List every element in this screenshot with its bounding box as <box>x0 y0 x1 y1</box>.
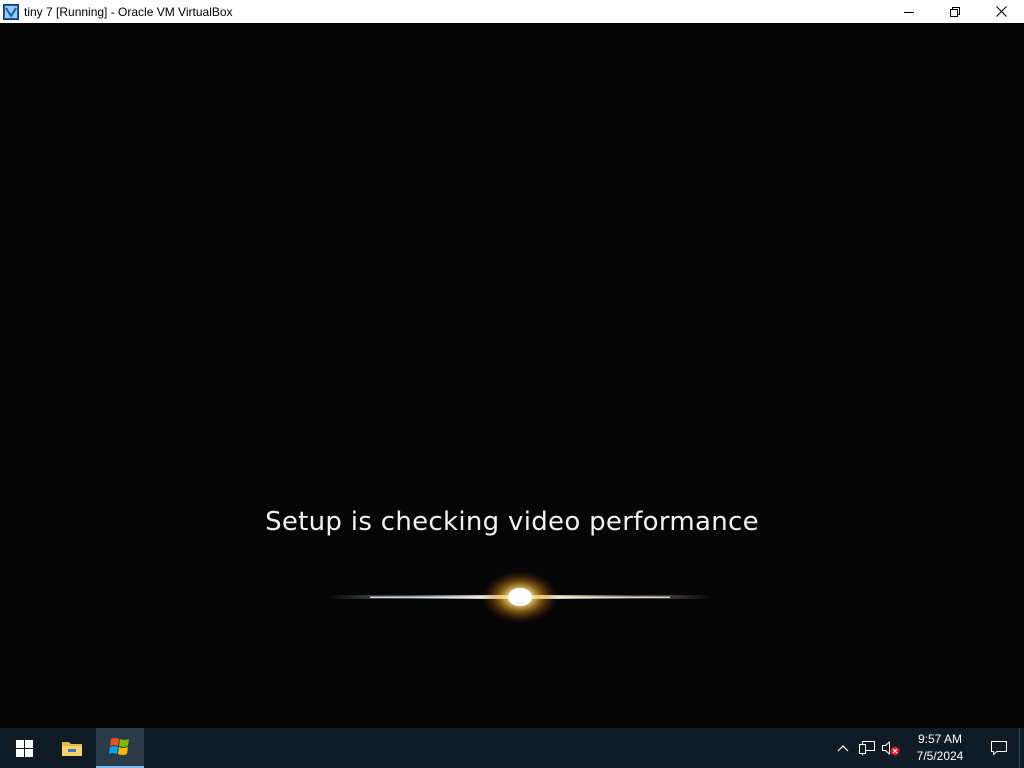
folder-icon <box>62 742 82 756</box>
action-center-button[interactable] <box>979 728 1019 768</box>
taskbar-file-explorer[interactable] <box>48 728 96 768</box>
window-title: tiny 7 [Running] - Oracle VM VirtualBox <box>24 4 233 19</box>
show-desktop-button[interactable] <box>1019 728 1024 768</box>
taskbar-clock[interactable]: 9:57 AM 7/5/2024 <box>907 728 973 768</box>
volume-muted-icon <box>882 740 900 756</box>
network-tray-button[interactable] <box>855 728 879 768</box>
restore-button[interactable] <box>932 0 978 23</box>
system-tray: 9:57 AM 7/5/2024 <box>831 728 1024 768</box>
minimize-button[interactable] <box>886 0 932 23</box>
window-controls <box>886 0 1024 23</box>
clock-time: 9:57 AM <box>917 732 963 746</box>
start-button[interactable] <box>0 728 48 768</box>
show-hidden-icons-button[interactable] <box>831 728 855 768</box>
vm-display[interactable]: Setup is checking video performance <box>0 23 1024 728</box>
taskbar: 9:57 AM 7/5/2024 <box>0 728 1024 768</box>
restore-icon <box>950 6 960 17</box>
network-icon <box>859 741 875 756</box>
light-flare-animation <box>330 571 710 623</box>
notification-icon <box>991 741 1007 756</box>
close-button[interactable] <box>978 0 1024 23</box>
windows-flag-icon <box>109 738 129 755</box>
close-icon <box>995 6 1007 17</box>
virtualbox-icon <box>3 3 19 20</box>
setup-status-message: Setup is checking video performance <box>265 507 759 537</box>
window-titlebar: tiny 7 [Running] - Oracle VM VirtualBox <box>0 0 1024 23</box>
clock-date: 7/5/2024 <box>916 749 964 763</box>
chevron-up-icon <box>837 745 849 752</box>
taskbar-windows-setup[interactable] <box>96 728 144 768</box>
volume-tray-button[interactable] <box>879 728 903 768</box>
minimize-icon <box>904 11 914 13</box>
windows-logo-icon <box>15 739 33 757</box>
